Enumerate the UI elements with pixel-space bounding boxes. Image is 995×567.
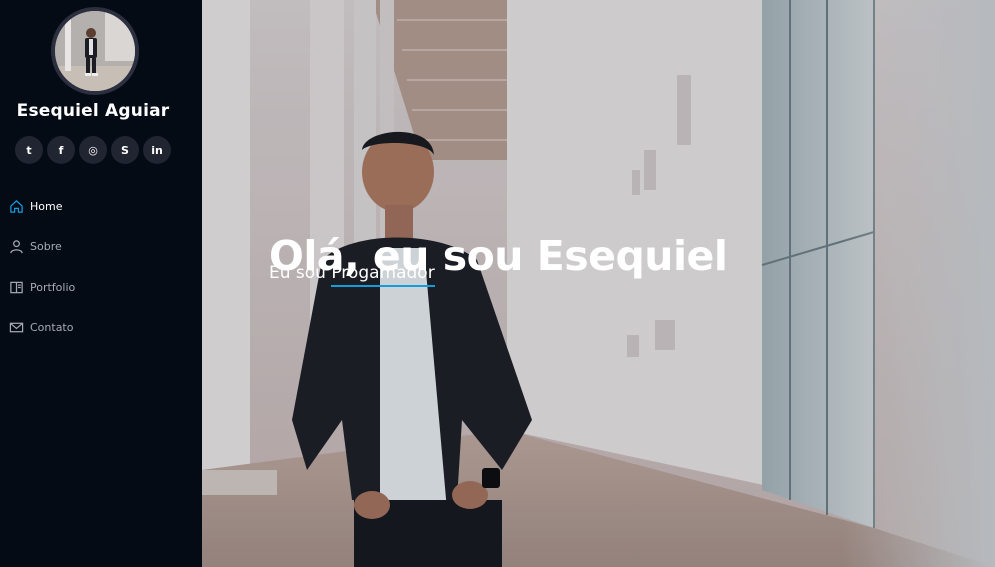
hero-typed-text: Progamador bbox=[331, 263, 435, 287]
person-icon bbox=[8, 239, 24, 255]
nav-item-home[interactable]: Home bbox=[0, 186, 202, 227]
hero-subtitle: Eu sou Progamador bbox=[269, 263, 435, 287]
hero-section: Olá, eu sou Esequiel Eu sou Progamador bbox=[202, 0, 995, 567]
nav-label-home: Home bbox=[30, 199, 63, 213]
sidebar: Esequiel Aguiar t f ◎ S in Home Sobre Po… bbox=[0, 0, 202, 567]
nav-item-contato[interactable]: Contato bbox=[0, 308, 202, 349]
facebook-icon[interactable]: f bbox=[47, 136, 75, 164]
skype-icon[interactable]: S bbox=[111, 136, 139, 164]
book-icon bbox=[8, 279, 24, 295]
envelope-icon bbox=[8, 320, 24, 336]
profile-avatar bbox=[51, 7, 139, 95]
profile-name: Esequiel Aguiar bbox=[16, 101, 170, 121]
social-links: t f ◎ S in bbox=[15, 136, 171, 164]
nav-label-portfolio: Portfolio bbox=[30, 280, 76, 294]
twitter-icon[interactable]: t bbox=[15, 136, 43, 164]
home-icon bbox=[8, 198, 24, 214]
nav-menu: Home Sobre Portfolio Contato bbox=[0, 186, 202, 348]
hero-subtitle-prefix: Eu sou bbox=[269, 263, 332, 283]
instagram-icon[interactable]: ◎ bbox=[79, 136, 107, 164]
nav-label-contato: Contato bbox=[30, 321, 74, 335]
linkedin-icon[interactable]: in bbox=[143, 136, 171, 164]
nav-item-sobre[interactable]: Sobre bbox=[0, 227, 202, 268]
nav-item-portfolio[interactable]: Portfolio bbox=[0, 267, 202, 308]
nav-label-sobre: Sobre bbox=[30, 240, 62, 254]
hero-background-image bbox=[202, 0, 995, 567]
